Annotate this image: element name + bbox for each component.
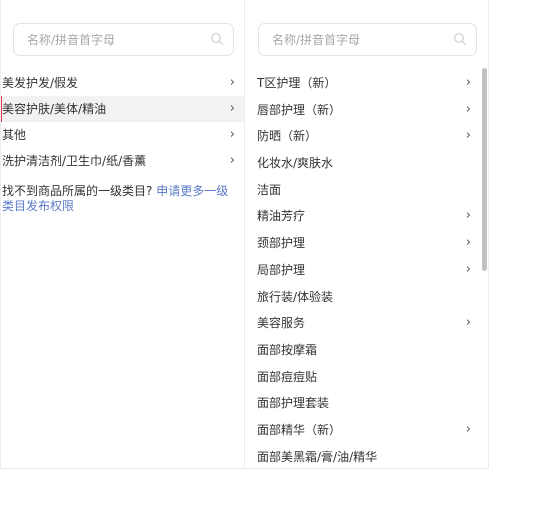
subcategory-item[interactable]: 局部护理 › <box>245 257 488 284</box>
chevron-right-icon: › <box>465 128 471 144</box>
subcategory-item[interactable]: 面部痘痘贴 <box>245 364 488 391</box>
scrollbar-thumb[interactable] <box>482 68 487 271</box>
subcategory-item-label: 唇部护理（新） <box>257 102 342 117</box>
subcategory-item[interactable]: 洁面 <box>245 177 488 204</box>
level1-category-list: 美发护发/假发 › 美容护肤/美体/精油 › 其他 › 洗护清洁剂/卫生巾/纸/… <box>1 70 244 174</box>
subcategory-item[interactable]: 颈部护理 › <box>245 230 488 257</box>
subcategory-item-label: 面部精华（新） <box>257 422 342 437</box>
search-icon[interactable] <box>210 32 224 46</box>
chevron-right-icon: › <box>465 101 471 117</box>
subcategory-item-label: 面部护理套装 <box>257 396 330 411</box>
level2-search-box[interactable] <box>258 23 477 56</box>
chevron-right-icon: › <box>229 101 235 116</box>
level1-category-column: 美发护发/假发 › 美容护肤/美体/精油 › 其他 › 洗护清洁剂/卫生巾/纸/… <box>0 0 245 468</box>
subcategory-item-label: 旅行装/体验装 <box>257 289 334 304</box>
chevron-right-icon: › <box>229 75 235 90</box>
subcategory-item[interactable]: 防晒（新） › <box>245 123 488 150</box>
level2-search-input[interactable] <box>272 31 442 49</box>
subcategory-item[interactable]: 面部美黑霜/膏/油/精华 <box>245 444 488 468</box>
subcategory-item-label: 局部护理 <box>257 262 306 277</box>
subcategory-item[interactable]: 美容服务 › <box>245 310 488 337</box>
category-item-label: 洗护清洁剂/卫生巾/纸/香薰 <box>2 154 147 168</box>
level1-search-box[interactable] <box>13 23 234 56</box>
subcategory-item[interactable]: 面部按摩霜 <box>245 337 488 364</box>
notice-text: 找不到商品所属的一级类目? <box>2 184 153 198</box>
category-item-label: 美容护肤/美体/精油 <box>2 102 107 116</box>
subcategory-item[interactable]: 唇部护理（新） › <box>245 97 488 124</box>
subcategory-item[interactable]: 面部精华（新） › <box>245 417 488 444</box>
category-item-cleaning[interactable]: 洗护清洁剂/卫生巾/纸/香薰 › <box>1 148 244 174</box>
category-item-hair-care[interactable]: 美发护发/假发 › <box>1 70 244 96</box>
category-item-label: 美发护发/假发 <box>2 76 79 90</box>
chevron-right-icon: › <box>465 208 471 224</box>
subcategory-item[interactable]: T区护理（新） › <box>245 70 488 97</box>
chevron-right-icon: › <box>465 261 471 277</box>
subcategory-item[interactable]: 旅行装/体验装 <box>245 284 488 311</box>
level1-search-input[interactable] <box>27 31 197 49</box>
chevron-right-icon: › <box>465 75 471 90</box>
subcategory-item-label: 精油芳疗 <box>257 209 306 224</box>
subcategory-item-label: 面部按摩霜 <box>257 342 318 357</box>
subcategory-item-label: 洁面 <box>257 182 282 197</box>
subcategory-item-label: 面部痘痘贴 <box>257 369 318 384</box>
subcategory-item-label: 美容服务 <box>257 316 306 331</box>
category-item-other[interactable]: 其他 › <box>1 122 244 148</box>
subcategory-item[interactable]: 化妆水/爽肤水 <box>245 150 488 177</box>
level2-category-column: T区护理（新） › 唇部护理（新） › 防晒（新） › 化妆水/爽肤水 洁面 精… <box>245 0 488 468</box>
chevron-right-icon: › <box>465 421 471 437</box>
subcategory-item-label: T区护理（新） <box>257 76 337 90</box>
chevron-right-icon: › <box>229 127 235 142</box>
subcategory-item[interactable]: 面部护理套装 <box>245 390 488 417</box>
chevron-right-icon: › <box>229 153 235 168</box>
missing-category-notice: 找不到商品所属的一级类目? 申请更多一级类目发布权限 <box>2 184 238 214</box>
subcategory-item[interactable]: 精油芳疗 › <box>245 203 488 230</box>
level2-category-list: T区护理（新） › 唇部护理（新） › 防晒（新） › 化妆水/爽肤水 洁面 精… <box>245 70 488 468</box>
category-item-beauty-skincare[interactable]: 美容护肤/美体/精油 › <box>1 96 244 122</box>
category-item-label: 其他 <box>2 128 27 142</box>
subcategory-item-label: 颈部护理 <box>257 236 306 251</box>
subcategory-item-label: 面部美黑霜/膏/油/精华 <box>257 449 378 464</box>
category-selector: 美发护发/假发 › 美容护肤/美体/精油 › 其他 › 洗护清洁剂/卫生巾/纸/… <box>0 0 489 469</box>
chevron-right-icon: › <box>465 235 471 251</box>
subcategory-item-label: 化妆水/爽肤水 <box>257 156 334 171</box>
search-icon[interactable] <box>453 32 467 46</box>
subcategory-item-label: 防晒（新） <box>257 129 318 144</box>
chevron-right-icon: › <box>465 315 471 331</box>
